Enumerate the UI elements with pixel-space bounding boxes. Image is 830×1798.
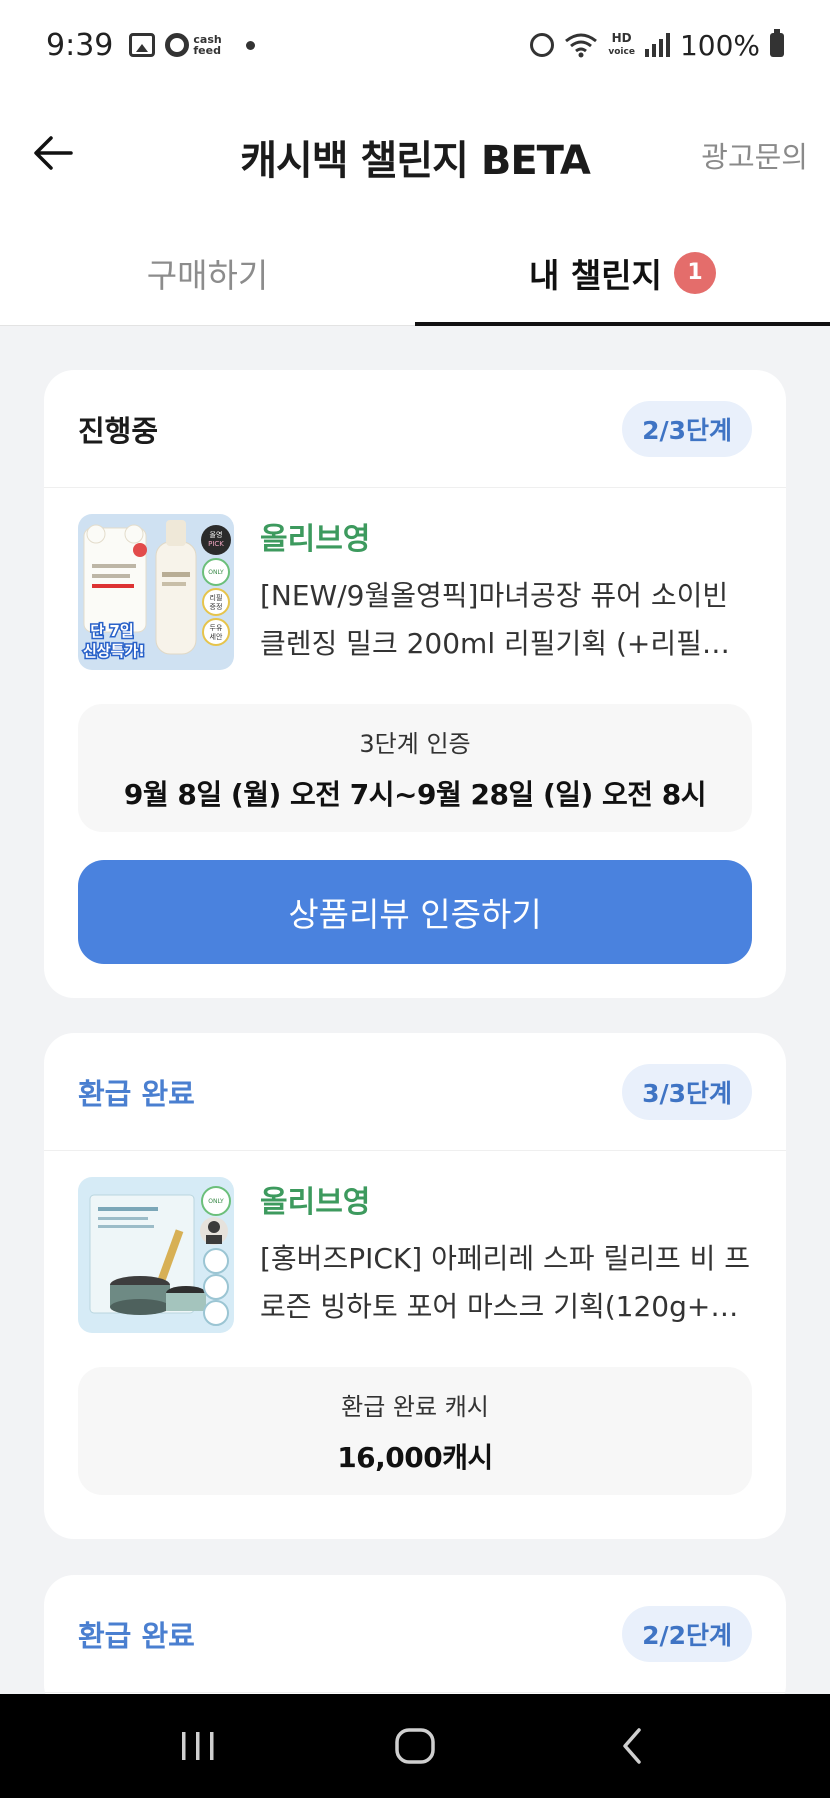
challenge-card: 환급 완료 3/3단계 ONLY 올리브영 [홍버즈PICK] 아페리레 스파 …	[44, 1033, 786, 1539]
product-name: [홍버즈PICK] 아페리레 스파 릴리프 비 프로즌 빙하토 포어 마스크 기…	[260, 1242, 751, 1323]
stage-badge: 3/3단계	[622, 1063, 752, 1120]
card-header: 환급 완료 3/3단계	[44, 1033, 786, 1151]
tab-count-badge: 1	[673, 251, 716, 294]
tab-purchase-label: 구매하기	[146, 255, 269, 295]
thumb-soy-text-1: 두유	[210, 624, 223, 632]
status-bar: 9:39 cash feed HD voice 100%	[0, 0, 830, 90]
battery-icon	[770, 29, 784, 57]
store-name: 올리브영	[260, 1185, 371, 1220]
system-icons: HD voice 100%	[530, 29, 784, 62]
back-chevron-icon	[622, 1728, 641, 1764]
notification-icons: cash feed	[129, 33, 255, 57]
thumb-refill-text-2: 증정	[210, 602, 223, 611]
recent-apps-button[interactable]	[158, 1716, 238, 1776]
status-time: 9:39	[46, 27, 114, 63]
thumb-pick-text-1: 올영	[210, 530, 223, 539]
tab-bar: 구매하기 내 챌린지 1	[0, 220, 830, 326]
product-info: 올리브영 [NEW/9월올영픽]마녀공장 퓨어 소이빈 클렌징 밀크 200ml…	[260, 514, 752, 670]
stage-badge: 2/3단계	[622, 400, 752, 457]
more-notifications-dot-icon	[245, 40, 255, 50]
thumb-promo-text-2: 신상특가!	[83, 642, 145, 660]
product-thumbnail: ONLY	[78, 1177, 234, 1333]
stage-badge: 2/2단계	[622, 1605, 752, 1662]
thumb-promo-text-1: 단 7일	[90, 622, 133, 640]
card-header: 진행중 2/3단계	[44, 370, 786, 488]
store-name: 올리브영	[260, 522, 371, 557]
refund-cash-label: 환급 완료 캐시	[341, 1392, 489, 1421]
system-back-button[interactable]	[592, 1716, 672, 1776]
thumb-only-text: ONLY	[208, 1198, 224, 1205]
refund-cash-box: 환급 완료 캐시 16,000캐시	[78, 1367, 752, 1495]
card-status: 환급 완료	[78, 1076, 195, 1111]
review-verify-button[interactable]: 상품리뷰 인증하기	[78, 860, 752, 964]
product-row[interactable]: ONLY 올리브영 [홍버즈PICK] 아페리레 스파 릴리프 비 프로즌 빙하…	[44, 1151, 786, 1333]
cashfeed-icon: cash feed	[165, 33, 222, 57]
product-name: [NEW/9월올영픽]마녀공장 퓨어 소이빈 클렌징 밀크 200ml 리필기획…	[260, 579, 730, 660]
alarm-icon	[530, 33, 555, 57]
gallery-icon	[129, 33, 156, 57]
signal-icon	[644, 33, 670, 57]
product-thumbnail: 올영 PICK ONLY 리필 증정 두유 세안 단 7일 신상특가!	[78, 514, 234, 670]
tab-my-challenge[interactable]: 내 챌린지 1	[415, 220, 830, 326]
tab-purchase[interactable]: 구매하기	[0, 220, 415, 325]
system-navigation-bar	[0, 1694, 830, 1798]
challenge-card: 진행중 2/3단계 올영 PICK ONLY 리필 증정 두유 세안 단 7일 …	[44, 370, 786, 998]
home-icon	[395, 1728, 435, 1764]
wifi-icon	[565, 33, 598, 58]
battery-percent: 100%	[679, 28, 760, 62]
home-button[interactable]	[375, 1716, 455, 1776]
card-header: 환급 완료 2/2단계	[44, 1575, 786, 1693]
verification-label: 3단계 인증	[359, 729, 471, 758]
product-info: 올리브영 [홍버즈PICK] 아페리레 스파 릴리프 비 프로즌 빙하토 포어 …	[260, 1177, 752, 1333]
recent-apps-icon	[182, 1732, 214, 1760]
thumb-only-text: ONLY	[208, 569, 224, 576]
product-row[interactable]: 올영 PICK ONLY 리필 증정 두유 세안 단 7일 신상특가! 올리브영…	[44, 488, 786, 670]
hd-text-1: HD	[611, 31, 632, 45]
verification-period: 9월 8일 (월) 오전 7시~9월 28일 (일) 오전 8시	[123, 777, 707, 811]
cashfeed-text-2: feed	[193, 44, 221, 57]
thumb-pick-text-2: PICK	[208, 540, 224, 548]
thumb-refill-text-1: 리필	[210, 593, 223, 602]
card-status: 진행중	[78, 413, 159, 448]
verification-period-box: 3단계 인증 9월 8일 (월) 오전 7시~9월 28일 (일) 오전 8시	[78, 704, 752, 832]
refund-cash-amount: 16,000캐시	[337, 1440, 493, 1474]
app-header: 캐시백 챌린지 BETA 광고문의	[0, 90, 830, 220]
card-status: 환급 완료	[78, 1618, 195, 1653]
hd-voice-icon: HD voice	[608, 32, 635, 58]
ad-inquiry-link[interactable]: 광고문의	[701, 134, 808, 176]
tab-my-challenge-label: 내 챌린지	[529, 255, 662, 295]
thumb-soy-text-2: 세안	[210, 632, 223, 641]
hd-text-2: voice	[608, 47, 635, 57]
